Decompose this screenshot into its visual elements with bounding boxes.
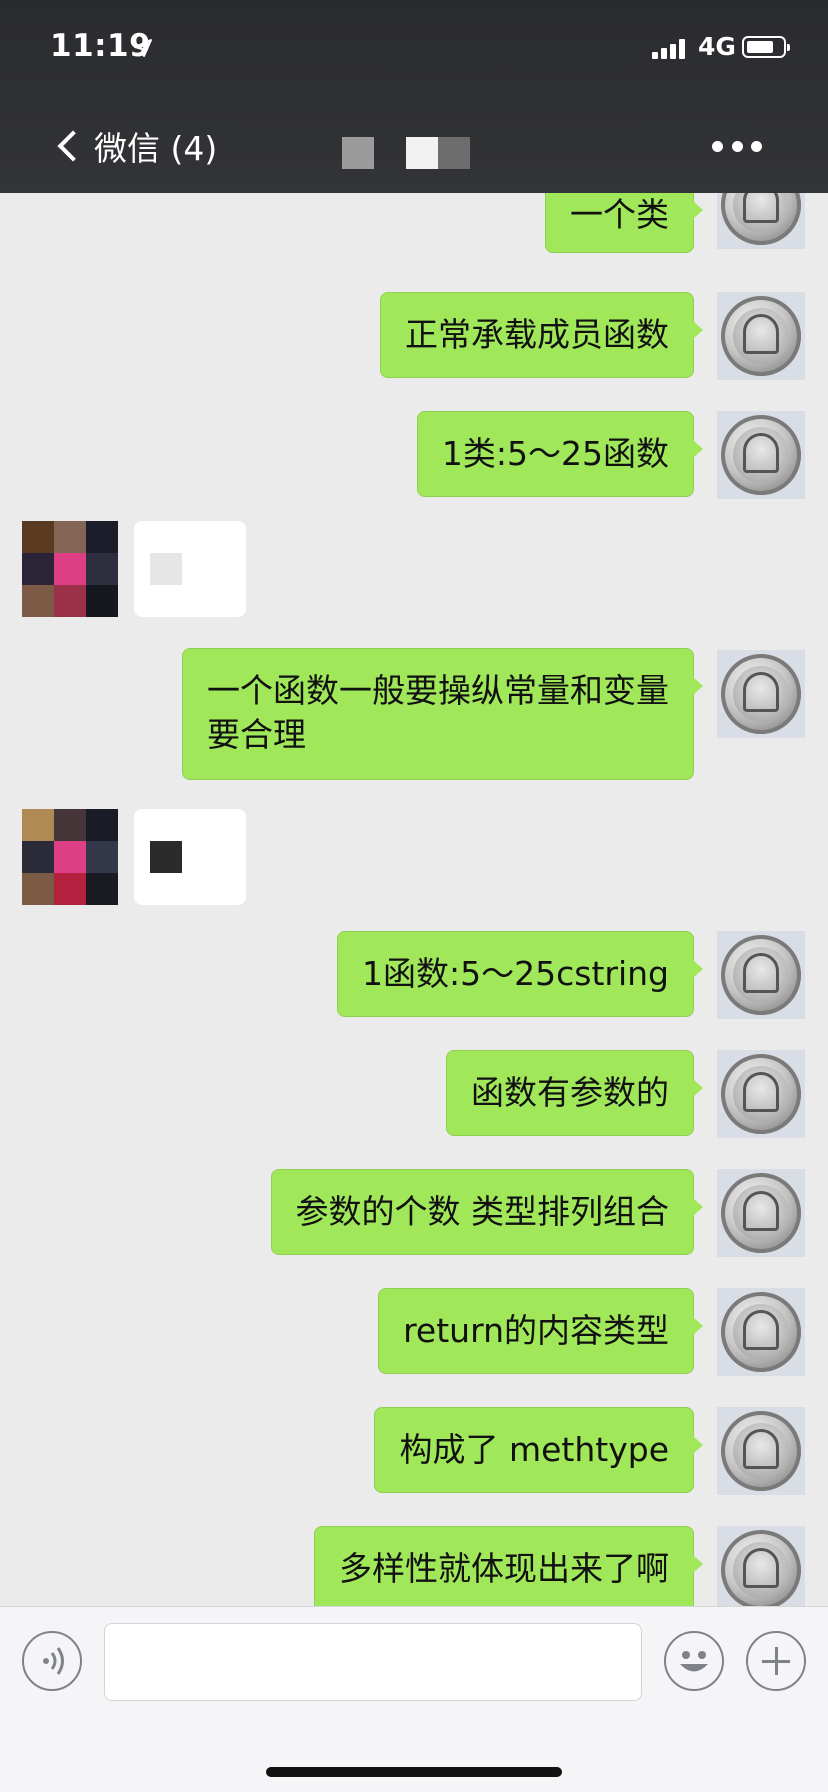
message-input[interactable] [104, 1623, 642, 1701]
message-text-line2: 要合理 [207, 715, 306, 754]
message-text: return的内容类型 [403, 1311, 669, 1350]
message-text: 函数有参数的 [471, 1073, 669, 1112]
message-text: 1类:5～25函数 [441, 434, 669, 473]
battery-icon [742, 36, 790, 58]
message-text: 正常承载成员函数 [405, 315, 669, 354]
my-avatar[interactable] [717, 1050, 805, 1138]
back-chevron-icon [57, 130, 89, 162]
peer-message-redacted[interactable] [134, 521, 246, 617]
message-bubble[interactable]: 一个函数一般要操纵常量和变量 要合理 [182, 648, 703, 780]
message-text: 1函数:5～25cstring [362, 954, 669, 993]
my-avatar[interactable] [717, 1288, 805, 1376]
message-text: 多样性就体现出来了啊 [339, 1549, 669, 1588]
home-indicator[interactable] [266, 1767, 562, 1777]
message-bubble[interactable]: 1函数:5～25cstring [337, 931, 703, 1017]
my-avatar[interactable] [717, 193, 805, 249]
voice-icon[interactable] [22, 1631, 82, 1691]
signal-icon [652, 37, 692, 59]
network-type: 4G [698, 32, 736, 61]
message-bubble[interactable]: 函数有参数的 [446, 1050, 703, 1136]
message-bubble[interactable]: 一个类 [545, 193, 703, 253]
my-avatar[interactable] [717, 1526, 805, 1606]
peer-avatar-redacted[interactable] [22, 521, 118, 617]
message-bubble[interactable]: return的内容类型 [378, 1288, 703, 1374]
back-button[interactable]: 微信 (4) [56, 124, 217, 168]
my-avatar[interactable] [717, 650, 805, 738]
message-list[interactable]: 一个类 正常承载成员函数 1类:5～25函数 一个函数一般要操纵常量和变量 要合… [0, 193, 828, 1606]
message-bubble[interactable]: 正常承载成员函数 [380, 292, 703, 378]
plus-icon[interactable] [746, 1631, 806, 1691]
my-avatar[interactable] [717, 931, 805, 1019]
back-label: 微信 (4) [94, 129, 218, 168]
message-bubble[interactable]: 构成了 methtype [374, 1407, 703, 1493]
message-text: 一个函数一般要操纵常量和变量 [207, 671, 669, 710]
message-bubble[interactable]: 1类:5～25函数 [416, 411, 704, 497]
message-text: 一个类 [570, 195, 669, 234]
location-arrow-icon [134, 39, 152, 57]
peer-avatar-redacted[interactable] [22, 809, 118, 905]
input-toolbar [0, 1606, 828, 1792]
message-text: 构成了 methtype [399, 1430, 669, 1469]
message-text: 参数的个数 类型排列组合 [295, 1192, 670, 1231]
navigation-bar: 11:19 4G 微信 (4) [0, 0, 828, 193]
my-avatar[interactable] [717, 1169, 805, 1257]
my-avatar[interactable] [717, 411, 805, 499]
message-bubble[interactable]: 多样性就体现出来了啊 [314, 1526, 703, 1606]
peer-message-redacted[interactable] [134, 809, 246, 905]
message-bubble[interactable]: 参数的个数 类型排列组合 [270, 1169, 703, 1255]
emoji-icon[interactable] [664, 1631, 724, 1691]
my-avatar[interactable] [717, 1407, 805, 1495]
more-icon[interactable] [712, 134, 762, 158]
my-avatar[interactable] [717, 292, 805, 380]
chat-title-redacted [342, 137, 470, 171]
